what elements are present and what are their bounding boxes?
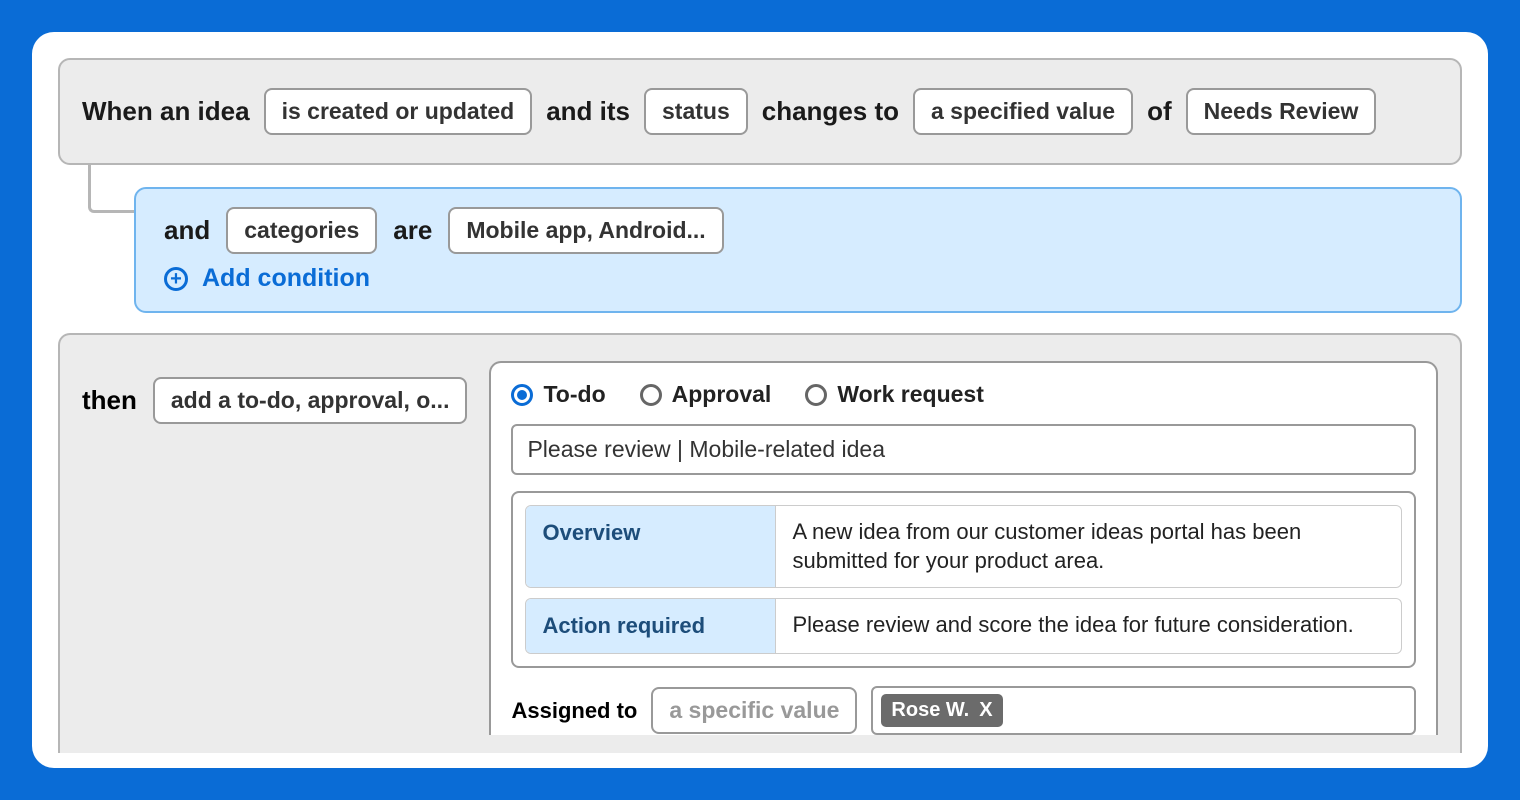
add-condition-label: Add condition (202, 264, 370, 293)
trigger-comparator-pill[interactable]: a specified value (913, 88, 1133, 135)
conditions-block: and categories are Mobile app, Android..… (134, 187, 1462, 313)
radio-todo-label: To-do (543, 381, 605, 408)
then-left: then add a to-do, approval, o... (82, 361, 467, 424)
trigger-of-text: of (1147, 96, 1172, 127)
then-action-pill[interactable]: add a to-do, approval, o... (153, 377, 468, 424)
radio-work-request-label: Work request (837, 381, 984, 408)
trigger-value-pill[interactable]: Needs Review (1186, 88, 1377, 135)
trigger-field-pill[interactable]: status (644, 88, 748, 135)
condition-row: and categories are Mobile app, Android..… (164, 207, 1432, 254)
condition-and-text: and (164, 215, 210, 246)
description-table: Overview A new idea from our customer id… (511, 491, 1416, 668)
radio-approval[interactable]: Approval (640, 381, 772, 408)
radio-circle-icon (805, 384, 827, 406)
plus-circle-icon: + (164, 267, 188, 291)
action-type-radio-group: To-do Approval Work request (511, 381, 1416, 408)
row-value-action-required[interactable]: Please review and score the idea for fut… (776, 599, 1401, 653)
row-label-overview: Overview (526, 506, 776, 587)
trigger-lead-text: When an idea (82, 96, 250, 127)
radio-approval-label: Approval (672, 381, 772, 408)
table-row: Action required Please review and score … (525, 598, 1402, 654)
action-panel: To-do Approval Work request Overview A n… (489, 361, 1438, 735)
assigned-mode-pill[interactable]: a specific value (651, 687, 857, 734)
add-condition-button[interactable]: + Add condition (164, 264, 1432, 293)
row-label-action-required: Action required (526, 599, 776, 653)
condition-value-pill[interactable]: Mobile app, Android... (448, 207, 723, 254)
trigger-event-pill[interactable]: is created or updated (264, 88, 533, 135)
close-icon[interactable]: X (979, 699, 992, 722)
condition-are-text: are (393, 215, 432, 246)
radio-circle-icon (511, 384, 533, 406)
assigned-to-label: Assigned to (511, 698, 637, 724)
trigger-row: When an idea is created or updated and i… (58, 58, 1462, 165)
assignee-chip[interactable]: Rose W. X (881, 694, 1002, 727)
assigned-to-row: Assigned to a specific value Rose W. X (511, 686, 1416, 735)
radio-work-request[interactable]: Work request (805, 381, 984, 408)
trigger-changes-to-text: changes to (762, 96, 899, 127)
radio-circle-icon (640, 384, 662, 406)
row-value-overview[interactable]: A new idea from our customer ideas porta… (776, 506, 1401, 587)
radio-todo[interactable]: To-do (511, 381, 605, 408)
table-row: Overview A new idea from our customer id… (525, 505, 1402, 588)
connector-line (88, 165, 134, 213)
assignee-chip-name: Rose W. (891, 699, 969, 722)
assignee-field[interactable]: Rose W. X (871, 686, 1416, 735)
rule-builder-card: When an idea is created or updated and i… (32, 32, 1488, 768)
then-label: then (82, 385, 137, 416)
then-block: then add a to-do, approval, o... To-do A… (58, 333, 1462, 753)
action-title-input[interactable] (511, 424, 1416, 475)
trigger-and-its-text: and its (546, 96, 630, 127)
condition-field-pill[interactable]: categories (226, 207, 377, 254)
